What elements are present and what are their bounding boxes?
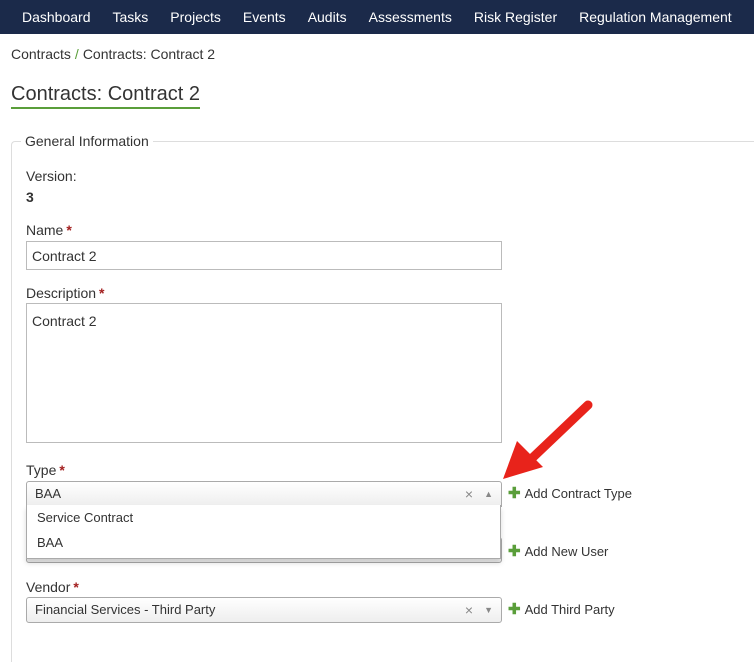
plus-icon: ✚: [508, 543, 521, 560]
description-label: Description *: [26, 285, 104, 301]
chevron-up-icon[interactable]: ▲: [484, 482, 493, 506]
fieldset-legend: General Information: [21, 133, 153, 149]
dropdown-option[interactable]: BAA: [27, 530, 500, 555]
add-third-party-link[interactable]: ✚ Add Third Party: [508, 600, 615, 618]
nav-audits[interactable]: Audits: [297, 0, 358, 34]
required-marker: *: [99, 285, 105, 301]
nav-regulation-management[interactable]: Regulation Management: [568, 0, 743, 34]
description-label-text: Description: [26, 285, 97, 301]
annotation-arrow-icon: [503, 400, 593, 479]
type-label: Type *: [26, 462, 65, 478]
version-label: Version:: [26, 168, 77, 184]
vendor-label: Vendor *: [26, 579, 79, 595]
required-marker: *: [66, 222, 72, 238]
breadcrumb-root[interactable]: Contracts: [11, 46, 71, 62]
add-new-user-label: Add New User: [524, 544, 609, 559]
nav-assessments[interactable]: Assessments: [358, 0, 463, 34]
nav-events[interactable]: Events: [232, 0, 297, 34]
name-label: Name *: [26, 222, 72, 238]
name-label-text: Name: [26, 222, 64, 238]
nav-dashboard[interactable]: Dashboard: [0, 0, 102, 34]
type-dropdown: Service Contract BAA: [26, 505, 501, 559]
breadcrumb: Contracts / Contracts: Contract 2: [11, 46, 215, 62]
chevron-down-icon[interactable]: ▼: [484, 598, 493, 622]
vendor-selected-value: Financial Services - Third Party: [35, 602, 216, 617]
description-textarea[interactable]: Contract 2: [26, 303, 502, 443]
nav-projects[interactable]: Projects: [159, 0, 232, 34]
plus-icon: ✚: [508, 485, 521, 502]
dropdown-option[interactable]: Service Contract: [27, 505, 500, 530]
required-marker: *: [73, 579, 79, 595]
clear-icon[interactable]: ×: [465, 598, 473, 622]
type-select[interactable]: BAA × ▲: [26, 481, 502, 507]
add-contract-type-link[interactable]: ✚ Add Contract Type: [508, 484, 632, 502]
type-label-text: Type: [26, 462, 57, 478]
breadcrumb-separator: /: [74, 46, 79, 62]
nav-risk-register[interactable]: Risk Register: [463, 0, 568, 34]
name-input[interactable]: [26, 241, 502, 270]
clear-icon[interactable]: ×: [465, 482, 473, 506]
page-title: Contracts: Contract 2: [11, 82, 200, 109]
vendor-select[interactable]: Financial Services - Third Party × ▼: [26, 597, 502, 623]
vendor-label-text: Vendor: [26, 579, 71, 595]
plus-icon: ✚: [508, 601, 521, 618]
type-selected-value: BAA: [35, 486, 62, 501]
top-navbar: Dashboard Tasks Projects Events Audits A…: [0, 0, 754, 34]
version-value: 3: [26, 189, 34, 205]
add-new-user-link[interactable]: ✚ Add New User: [508, 542, 608, 560]
nav-tasks[interactable]: Tasks: [102, 0, 160, 34]
add-contract-type-label: Add Contract Type: [524, 486, 633, 501]
breadcrumb-current: Contracts: Contract 2: [82, 46, 216, 62]
add-third-party-label: Add Third Party: [524, 602, 615, 617]
required-marker: *: [59, 462, 65, 478]
